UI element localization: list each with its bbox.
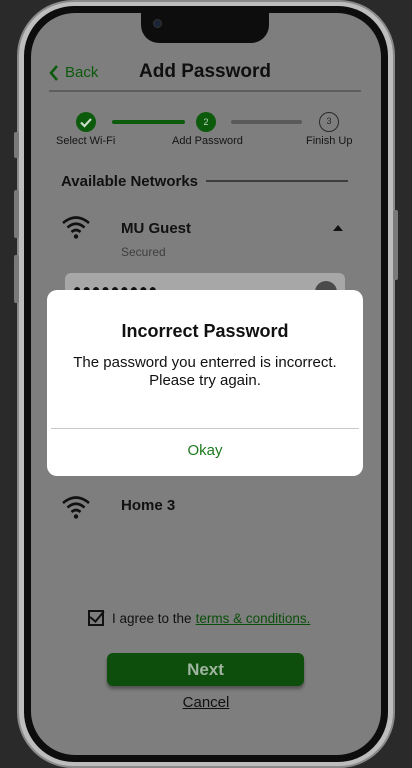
step-progress-pending xyxy=(231,120,302,124)
cancel-link[interactable]: Cancel xyxy=(31,694,381,711)
terms-agreement: I agree to the terms & conditions. xyxy=(88,610,310,626)
dialog-divider xyxy=(51,428,359,429)
okay-button[interactable]: Okay xyxy=(47,442,363,459)
incorrect-password-dialog: Incorrect Password The password you ente… xyxy=(47,290,363,476)
camera-icon xyxy=(153,19,162,28)
notch xyxy=(141,13,269,43)
dialog-message: The password you enterred is incorrect. … xyxy=(63,354,347,390)
section-title: Available Networks xyxy=(61,173,198,190)
network-name-mu-guest[interactable]: MU Guest xyxy=(121,220,191,237)
phone-volume-up xyxy=(14,190,19,238)
section-divider xyxy=(206,180,348,182)
phone-screen: Back Add Password 2 3 Select Wi-Fi Add P… xyxy=(31,13,381,755)
page-title: Add Password xyxy=(139,61,271,82)
phone-volume-down xyxy=(14,255,19,303)
wifi-icon xyxy=(62,216,90,239)
network-name-home-3[interactable]: Home 3 xyxy=(121,497,175,514)
header: Back Add Password xyxy=(49,59,361,91)
phone-power-button xyxy=(393,210,398,280)
step-progress-complete xyxy=(112,120,185,124)
step-3-pending: 3 xyxy=(319,112,339,132)
header-divider xyxy=(49,90,361,92)
dialog-message-line-1: The password you enterred is incorrect. xyxy=(73,354,337,371)
phone-silent-switch xyxy=(14,132,19,158)
check-icon xyxy=(80,118,92,128)
wifi-icon xyxy=(62,496,90,519)
terms-link[interactable]: terms & conditions. xyxy=(196,611,311,626)
step-label-add-password: Add Password xyxy=(172,135,243,147)
step-2-active: 2 xyxy=(196,112,216,132)
step-1-done xyxy=(76,112,96,132)
network-status: Secured xyxy=(121,245,166,259)
dialog-message-line-2: Please try again. xyxy=(149,372,261,389)
dialog-title: Incorrect Password xyxy=(121,321,289,341)
collapse-caret-icon[interactable] xyxy=(333,225,343,231)
next-button[interactable]: Next xyxy=(107,653,304,686)
terms-checkbox[interactable] xyxy=(88,610,104,626)
step-label-select-wifi: Select Wi-Fi xyxy=(56,135,116,147)
step-label-finish-up: Finish Up xyxy=(306,135,353,147)
agreement-text: I agree to the xyxy=(112,610,192,626)
